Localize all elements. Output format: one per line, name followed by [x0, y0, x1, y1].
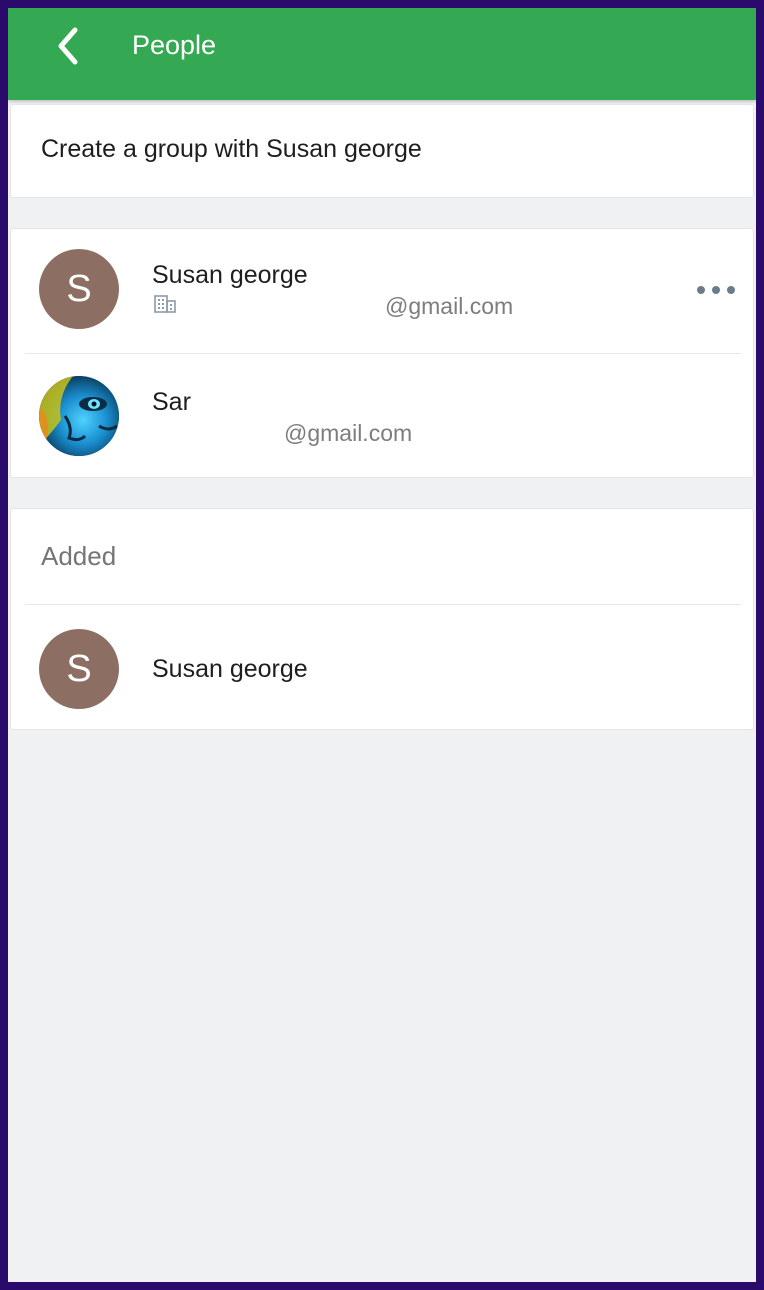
avatar: S — [39, 249, 119, 329]
app-screen: People Create a group with Susan george … — [8, 8, 756, 1282]
person-email: @gmail.com — [284, 420, 413, 446]
person-name: Susan george — [152, 655, 308, 683]
page-title: People — [132, 30, 217, 60]
person-name: Susan george — [152, 261, 308, 289]
person-name: Sar — [152, 388, 191, 416]
avatar: S — [39, 629, 119, 709]
section-header: Added — [41, 541, 117, 571]
avatar — [39, 376, 119, 456]
people-list: S Susan george @gmail.com Sar @gmail.com — [10, 228, 754, 478]
top-app-bar: People — [8, 8, 756, 100]
create-group-button[interactable]: Create a group with Susan george — [41, 135, 422, 164]
building-icon — [154, 295, 176, 313]
back-button[interactable] — [48, 24, 88, 68]
more-horizontal-icon — [697, 286, 705, 294]
added-person-row[interactable]: S Susan george — [11, 605, 753, 729]
avatar-photo — [39, 376, 119, 456]
person-row[interactable]: S Susan george @gmail.com — [11, 229, 753, 353]
person-email: @gmail.com — [385, 293, 514, 319]
person-row[interactable]: Sar @gmail.com — [11, 354, 753, 478]
create-group-card: Create a group with Susan george — [10, 104, 754, 198]
chevron-left-icon — [58, 27, 78, 65]
added-section: Added S Susan george — [10, 508, 754, 730]
more-options-button[interactable] — [697, 277, 735, 303]
